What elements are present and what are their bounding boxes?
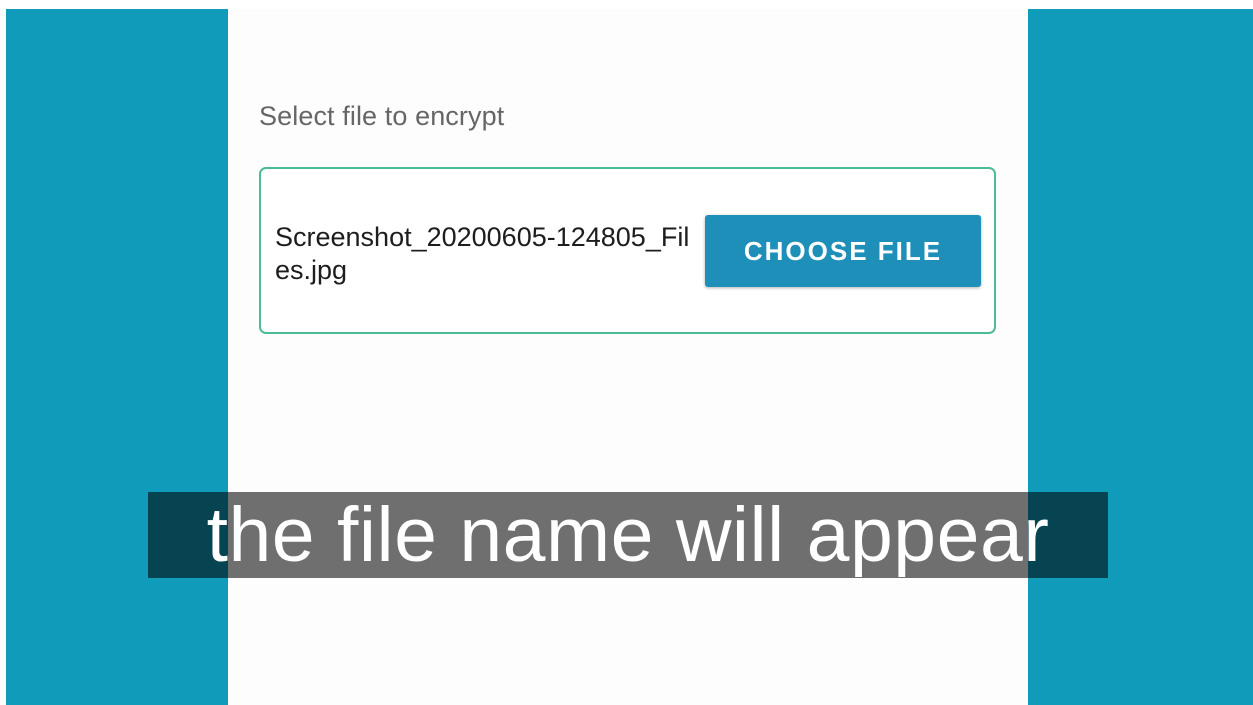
right-side-panel bbox=[1028, 9, 1253, 705]
subtitle-caption: the file name will appear bbox=[148, 492, 1108, 578]
subtitle-text: the file name will appear bbox=[206, 492, 1050, 578]
video-frame: Select file to encrypt Screenshot_202006… bbox=[0, 0, 1253, 705]
choose-file-button[interactable]: CHOOSE FILE bbox=[705, 215, 981, 287]
section-label: Select file to encrypt bbox=[259, 101, 505, 131]
selected-file-name: Screenshot_20200605-124805_Files.jpg bbox=[275, 222, 690, 285]
left-side-panel bbox=[6, 9, 228, 705]
app-screen: Select file to encrypt Screenshot_202006… bbox=[228, 9, 1028, 705]
file-picker-card: Screenshot_20200605-124805_Files.jpg CHO… bbox=[259, 167, 996, 334]
top-strip bbox=[0, 0, 1253, 9]
